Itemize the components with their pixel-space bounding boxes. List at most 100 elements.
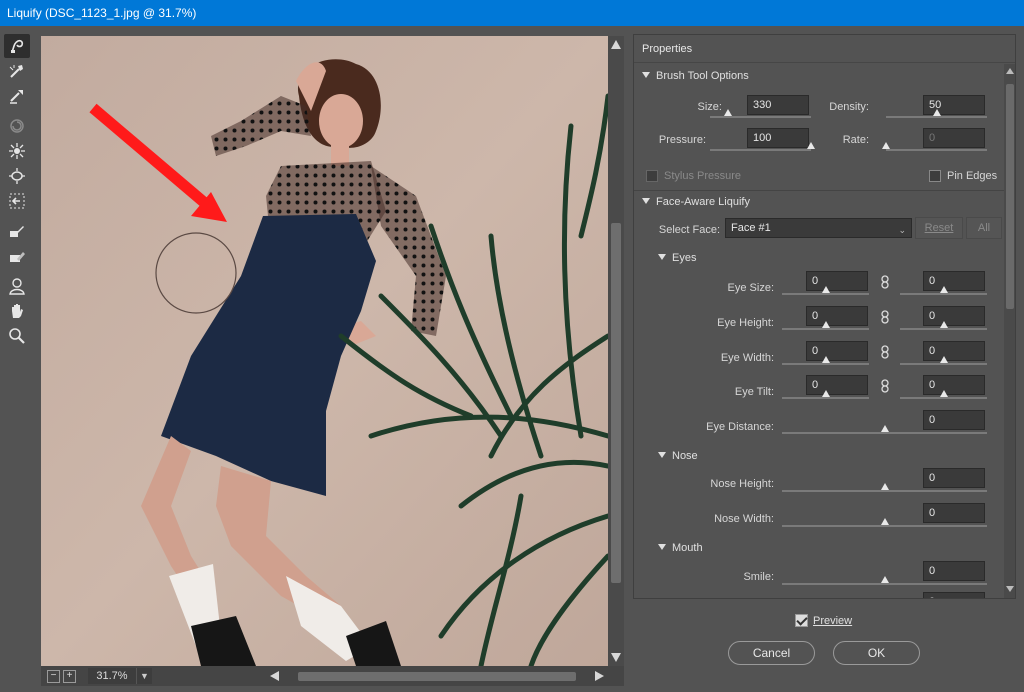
twirl-tool[interactable] (4, 114, 30, 138)
smooth-tool[interactable] (4, 84, 30, 108)
eye-size-left-slider[interactable] (782, 286, 869, 295)
link-icon[interactable] (879, 379, 891, 393)
link-icon[interactable] (879, 275, 891, 289)
nose-width-slider[interactable] (782, 518, 987, 527)
slider-knob[interactable] (821, 390, 830, 397)
slider-knob[interactable] (821, 286, 830, 293)
density-slider-knob[interactable] (932, 109, 941, 116)
nose-height-slider[interactable] (782, 483, 987, 492)
slider-knob[interactable] (821, 321, 830, 328)
slider-knob[interactable] (880, 518, 889, 525)
stylus-pressure-checkbox[interactable] (646, 170, 658, 182)
density-slider[interactable] (886, 109, 987, 118)
size-slider[interactable] (710, 109, 811, 118)
zoom-dropdown[interactable]: ▼ (136, 668, 152, 684)
preview-checkbox[interactable] (795, 614, 808, 627)
horizontal-scroll-thumb[interactable] (298, 672, 576, 681)
canvas-horizontal-scrollbar[interactable] (268, 668, 608, 684)
eye-tilt-right-input[interactable]: 0 (923, 375, 985, 395)
pressure-slider-knob[interactable] (807, 142, 815, 149)
vertical-scroll-thumb[interactable] (611, 223, 621, 583)
slider-knob[interactable] (939, 390, 948, 397)
nose-width-input[interactable]: 0 (923, 503, 985, 523)
properties-scroll-thumb[interactable] (1006, 84, 1014, 309)
eye-width-left-input[interactable]: 0 (806, 341, 868, 361)
rate-slider-knob[interactable] (882, 142, 890, 149)
zoom-out-button[interactable]: − (47, 669, 60, 683)
pucker-tool[interactable] (4, 139, 30, 163)
face-aware-header[interactable]: Face-Aware Liquify (642, 196, 750, 208)
pressure-slider[interactable] (710, 142, 815, 151)
triangle-down-icon (658, 452, 666, 458)
scroll-down-icon[interactable] (1006, 586, 1014, 592)
nose-width-label: Nose Width: (714, 513, 774, 525)
brush-options-header[interactable]: Brush Tool Options (642, 70, 749, 82)
rate-slider[interactable] (882, 142, 987, 151)
forward-warp-tool[interactable] (4, 34, 30, 58)
eye-width-right-slider[interactable] (900, 356, 987, 365)
scroll-right-icon[interactable] (595, 671, 604, 681)
slider-knob[interactable] (880, 425, 889, 432)
eye-size-left-input[interactable]: 0 (806, 271, 868, 291)
eye-distance-slider[interactable] (782, 425, 987, 434)
scroll-up-icon[interactable] (611, 40, 621, 49)
triangle-down-icon (642, 72, 650, 78)
nose-height-input[interactable]: 0 (923, 468, 985, 488)
hand-tool[interactable] (4, 299, 30, 323)
slider-knob[interactable] (821, 356, 830, 363)
slider-knob[interactable] (939, 286, 948, 293)
panel-title: Properties (634, 35, 1015, 63)
size-input[interactable]: 330 (747, 95, 809, 115)
eye-tilt-right-slider[interactable] (900, 390, 987, 399)
push-left-tool[interactable] (4, 189, 30, 213)
eye-height-left-input[interactable]: 0 (806, 306, 868, 326)
eye-height-left-slider[interactable] (782, 321, 869, 330)
properties-scrollbar[interactable] (1004, 64, 1015, 598)
slider-knob[interactable] (880, 576, 889, 583)
eye-height-right-slider[interactable] (900, 321, 987, 330)
next-mouth-input[interactable]: 0 (923, 592, 985, 598)
face-tool[interactable] (4, 274, 30, 298)
freeze-mask-tool[interactable] (4, 219, 30, 243)
thaw-mask-tool[interactable] (4, 244, 30, 268)
slider-knob[interactable] (880, 483, 889, 490)
preview-toggle[interactable]: Preview (795, 614, 852, 627)
scroll-left-icon[interactable] (270, 671, 279, 681)
pin-edges-checkbox[interactable] (929, 170, 941, 182)
rate-input[interactable]: 0 (923, 128, 985, 148)
reset-button[interactable]: Reset (915, 217, 963, 239)
ok-button[interactable]: OK (833, 641, 920, 665)
slider-knob[interactable] (939, 356, 948, 363)
eye-distance-input[interactable]: 0 (923, 410, 985, 430)
mouth-header[interactable]: Mouth (658, 542, 703, 554)
link-icon[interactable] (879, 310, 891, 324)
scroll-down-icon[interactable] (611, 653, 621, 662)
all-button[interactable]: All (966, 217, 1002, 239)
smile-input[interactable]: 0 (923, 561, 985, 581)
zoom-in-button[interactable]: + (63, 669, 76, 683)
reconstruct-tool[interactable] (4, 59, 30, 83)
pressure-input[interactable]: 100 (747, 128, 809, 148)
freeze-mask-icon (10, 226, 24, 237)
link-icon[interactable] (879, 345, 891, 359)
eye-size-right-input[interactable]: 0 (923, 271, 985, 291)
smile-slider[interactable] (782, 576, 987, 585)
bloat-tool[interactable] (4, 164, 30, 188)
eye-tilt-left-slider[interactable] (782, 390, 869, 399)
zoom-tool[interactable] (4, 324, 30, 348)
eye-width-left-slider[interactable] (782, 356, 869, 365)
scroll-up-icon[interactable] (1006, 68, 1014, 74)
size-slider-knob[interactable] (724, 109, 733, 116)
eyes-header[interactable]: Eyes (658, 252, 696, 264)
canvas-vertical-scrollbar[interactable] (608, 36, 624, 666)
eye-width-right-input[interactable]: 0 (923, 341, 985, 361)
cancel-button[interactable]: Cancel (728, 641, 815, 665)
eye-tilt-left-input[interactable]: 0 (806, 375, 868, 395)
select-face-dropdown[interactable]: Face #1 ⌄ (725, 218, 912, 238)
zoom-level[interactable]: 31.7% (88, 668, 136, 684)
eye-size-right-slider[interactable] (900, 286, 987, 295)
slider-knob[interactable] (939, 321, 948, 328)
image-canvas[interactable] (41, 36, 608, 666)
eye-height-right-input[interactable]: 0 (923, 306, 985, 326)
nose-header[interactable]: Nose (658, 450, 698, 462)
